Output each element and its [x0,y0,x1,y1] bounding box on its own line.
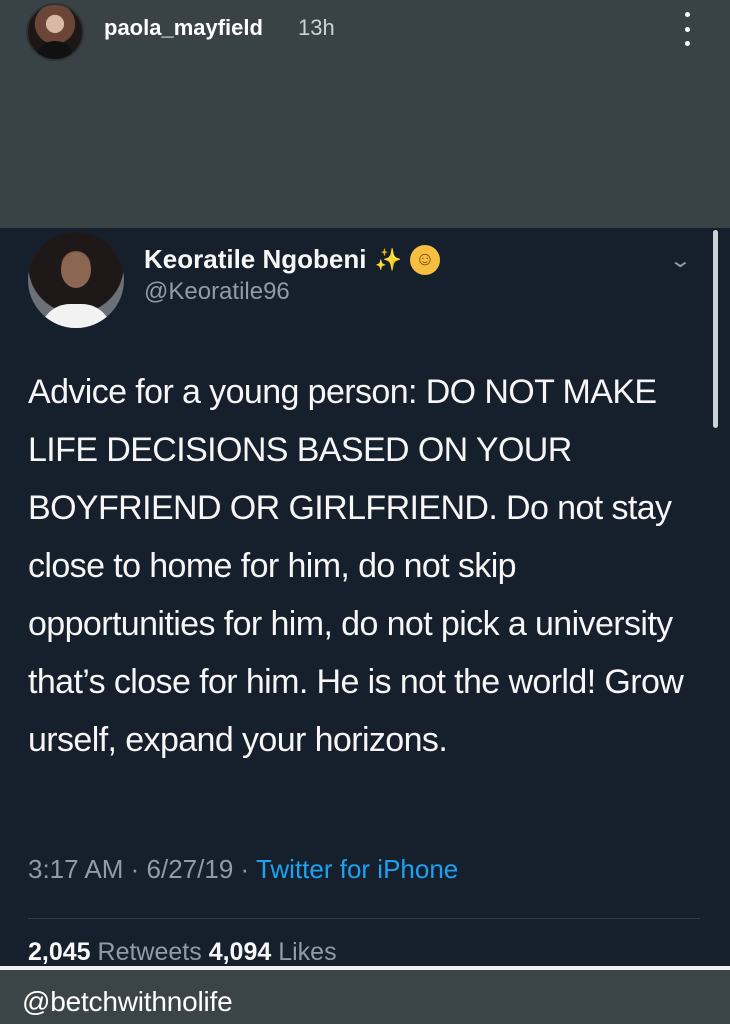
meta-separator: · [240,854,256,884]
tweet-meta: 3:17 AM · 6/27/19 · Twitter for iPhone [28,854,458,885]
more-options-button[interactable] [675,8,699,50]
tweet-profile-picture[interactable] [28,232,124,328]
more-dot-icon [684,12,690,17]
likes-label[interactable]: Likes [278,938,336,966]
more-dot-icon [684,41,690,46]
more-dot-icon [684,26,690,32]
smile-emoji-icon: ☺ [409,244,440,275]
tweet-divider [28,918,700,919]
avatar-shoulder [36,41,74,59]
tweet-stats: 2,045 Retweets 4,094 Likes [28,938,337,966]
tweet-time: 3:17 AM [28,854,124,884]
profile-body [40,304,112,328]
retweets-label[interactable]: Retweets [98,938,202,966]
scrollbar[interactable] [713,230,718,428]
tweet-screenshot: Keoratile Ngobeni ✨ ☺ @Keoratile96 ⌄ Adv… [0,228,730,966]
story-time: 13h [298,15,335,40]
profile-face [61,252,91,288]
retweets-count[interactable]: 2,045 [28,938,91,966]
tweet-display-name[interactable]: Keoratile Ngobeni ✨ ☺ [144,244,440,275]
story-avatar[interactable] [26,3,84,61]
watermark-text: @betchwithnolife [22,986,233,1017]
tweet-source-link[interactable]: Twitter for iPhone [256,854,458,884]
sparkle-icon: ✨ [374,246,402,272]
story-separator-line [0,966,730,970]
likes-count[interactable]: 4,094 [209,938,272,966]
tweet-handle[interactable]: @Keoratile96 [144,278,290,306]
story-header: paola_mayfield 13h [0,0,730,228]
meta-separator: · [130,854,147,884]
chevron-down-icon[interactable]: ⌄ [669,248,692,273]
tweet-date: 6/27/19 [146,854,234,884]
story-username[interactable]: paola_mayfield [104,15,263,41]
display-name-text: Keoratile Ngobeni [144,244,367,274]
tweet-text: Advice for a young person: DO NOT MAKE L… [28,373,684,759]
